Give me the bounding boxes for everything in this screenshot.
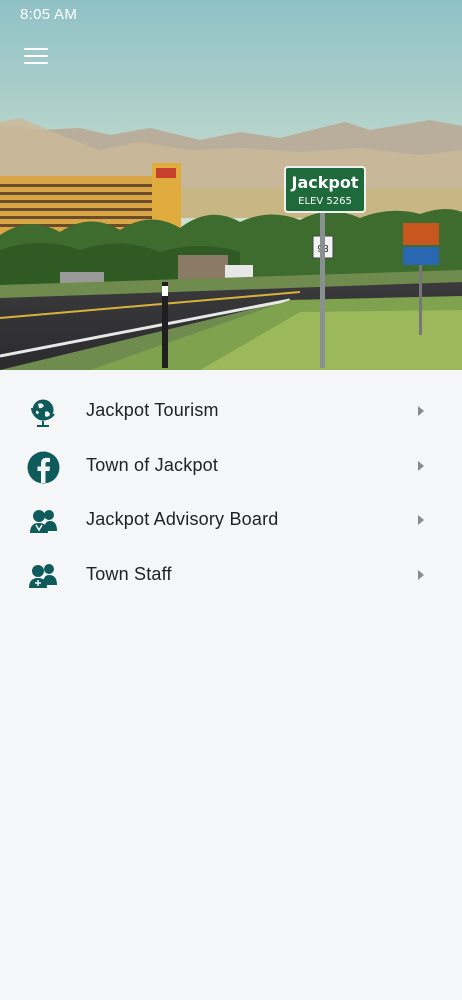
globe-icon [27, 396, 60, 429]
chevron-right-icon [418, 569, 424, 580]
facebook-icon [27, 451, 60, 484]
status-time: 8:05 AM [20, 6, 78, 23]
menu-item-town-staff[interactable]: Town Staff [0, 549, 462, 604]
menu-item-label: Town of Jackpot [86, 454, 219, 475]
menu-item-label: Jackpot Advisory Board [86, 509, 279, 530]
sign-subtitle: ELEV 5265 [298, 196, 352, 207]
hero-image: 93 Jackpot ELEV 5265 8:05 AM [0, 0, 462, 370]
menu-list: Jackpot Tourism Town of Jackpot Jackpot … [0, 385, 462, 603]
chevron-right-icon [418, 406, 424, 416]
menu-item-jackpot-tourism[interactable]: Jackpot Tourism [0, 385, 462, 440]
menu-item-label: Jackpot Tourism [86, 400, 219, 420]
menu-item-label: Town Staff [86, 563, 172, 584]
chevron-right-icon [418, 460, 424, 471]
staff-icon [27, 560, 60, 593]
group-icon [27, 505, 60, 538]
menu-item-jackpot-advisory-board[interactable]: Jackpot Advisory Board [0, 494, 462, 549]
chevron-right-icon [418, 515, 424, 526]
sign-title: Jackpot [291, 173, 359, 192]
menu-item-town-of-jackpot[interactable]: Town of Jackpot [0, 440, 462, 495]
hamburger-icon[interactable] [22, 44, 50, 68]
